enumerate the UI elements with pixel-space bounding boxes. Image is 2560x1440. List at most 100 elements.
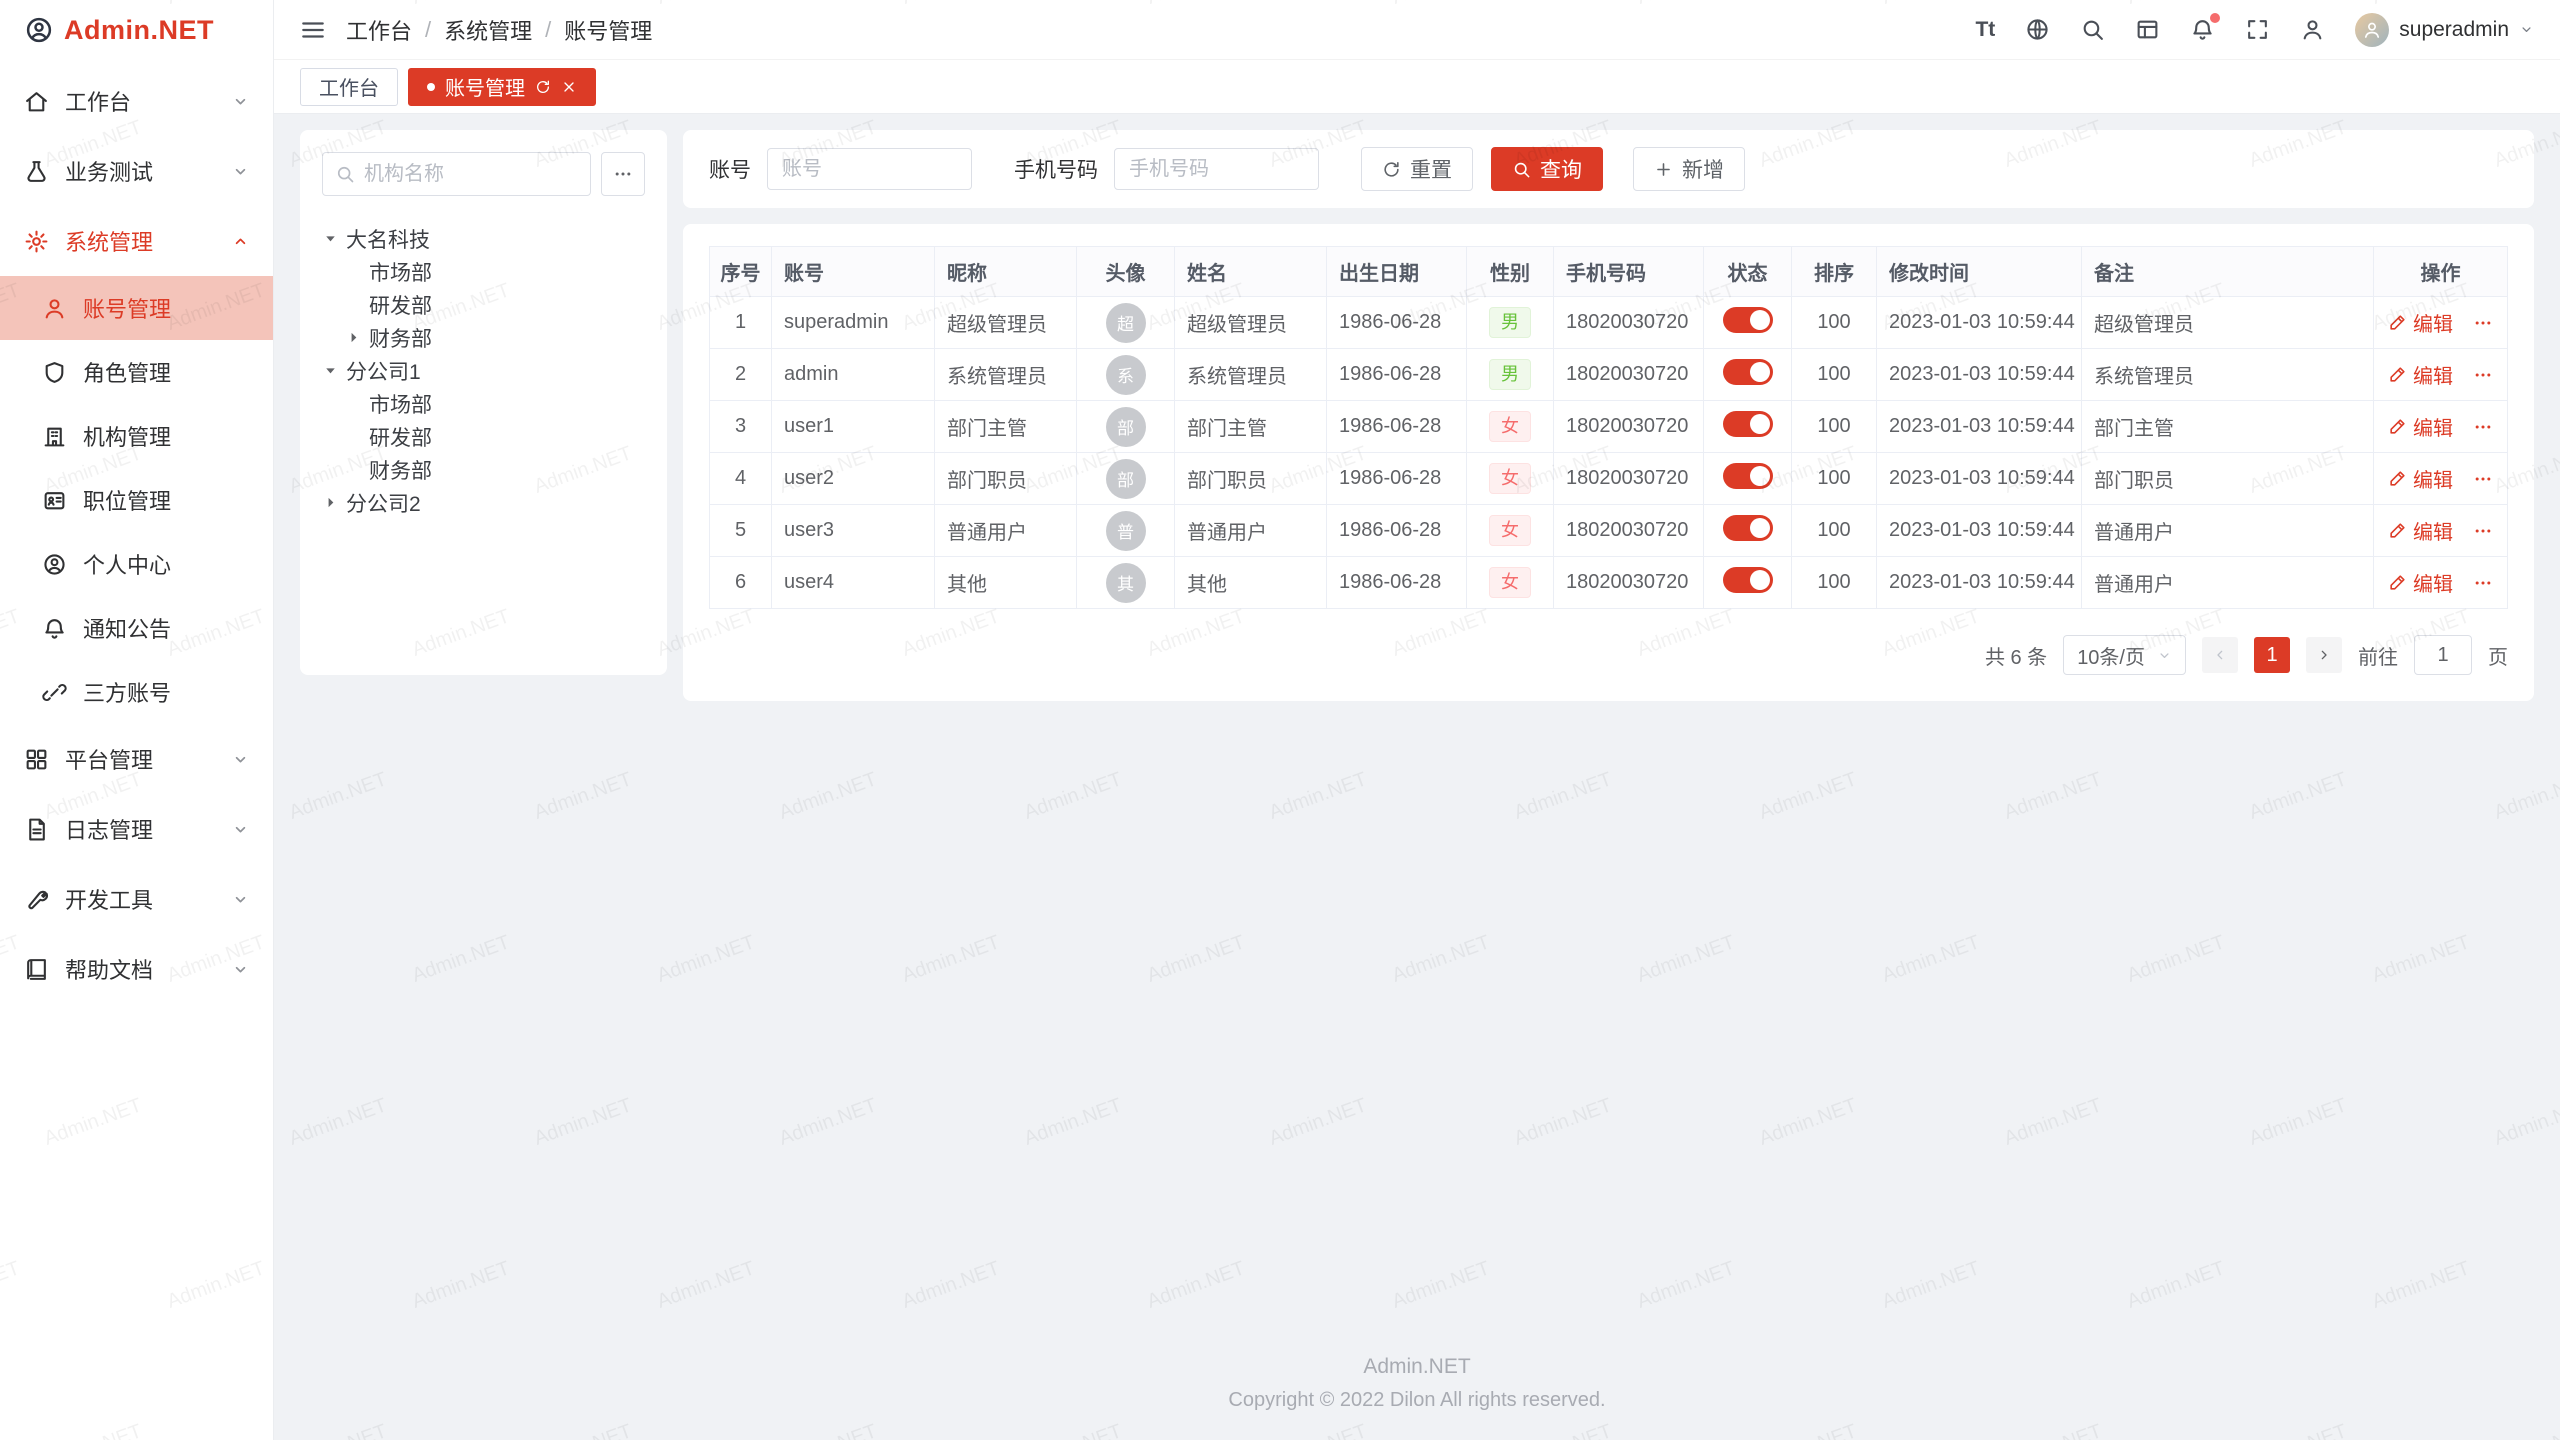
status-toggle[interactable] — [1723, 307, 1773, 333]
phone-input[interactable] — [1114, 148, 1319, 190]
toggle-knob — [1750, 310, 1770, 330]
more-actions-icon — [2473, 365, 2493, 385]
sidebar-item-home[interactable]: 工作台 — [0, 66, 273, 136]
toggle-knob — [1750, 466, 1770, 486]
sidebar-item-share[interactable]: 三方账号 — [0, 660, 273, 724]
tree-node[interactable]: 分公司2 — [322, 486, 645, 519]
app-title: Admin.NET — [64, 15, 214, 46]
edit-button[interactable]: 编辑 — [2388, 464, 2453, 493]
font-size-icon[interactable]: Tt — [1975, 18, 1995, 42]
status-toggle[interactable] — [1723, 411, 1773, 437]
sidebar-item-tool[interactable]: 开发工具 — [0, 864, 273, 934]
hamburger-menu-icon[interactable] — [300, 17, 326, 43]
caret-right-icon[interactable] — [322, 494, 339, 511]
edit-button[interactable]: 编辑 — [2388, 360, 2453, 389]
tree-node-label: 市场部 — [369, 389, 432, 419]
logo[interactable]: Admin.NET — [0, 0, 273, 60]
edit-button[interactable]: 编辑 — [2388, 412, 2453, 441]
search-icon[interactable] — [2080, 17, 2105, 42]
user-icon[interactable] — [2300, 17, 2325, 42]
sidebar-item-test[interactable]: 业务测试 — [0, 136, 273, 206]
tree-node[interactable]: 大名科技 — [322, 222, 645, 255]
notifications-button[interactable] — [2190, 17, 2215, 42]
tree-node[interactable]: 财务部 — [322, 321, 645, 354]
status-toggle[interactable] — [1723, 515, 1773, 541]
goto-page-input[interactable] — [2414, 635, 2472, 675]
more-actions-button[interactable] — [2473, 467, 2493, 490]
more-actions-button[interactable] — [2473, 571, 2493, 594]
tab-refresh-icon[interactable] — [535, 79, 551, 95]
tree-node[interactable]: 研发部 — [322, 420, 645, 453]
status-toggle[interactable] — [1723, 567, 1773, 593]
test-icon — [24, 159, 49, 184]
sidebar-item-gear[interactable]: 系统管理 — [0, 206, 273, 276]
sidebar-item-org[interactable]: 机构管理 — [0, 404, 273, 468]
next-page-button[interactable] — [2306, 637, 2342, 673]
sidebar-item-position[interactable]: 职位管理 — [0, 468, 273, 532]
org-search-input[interactable] — [364, 163, 578, 186]
more-actions-button[interactable] — [2473, 415, 2493, 438]
edit-icon — [2388, 365, 2407, 384]
tree-node[interactable]: 研发部 — [322, 288, 645, 321]
cell-remark: 普通用户 — [2082, 505, 2374, 557]
page-number-current[interactable]: 1 — [2254, 637, 2290, 673]
sidebar-item-user[interactable]: 账号管理 — [0, 276, 273, 340]
tab[interactable]: 工作台 — [300, 68, 398, 106]
caret-down-icon[interactable] — [322, 362, 339, 379]
breadcrumb-item[interactable]: 系统管理 — [444, 14, 532, 46]
tree-node[interactable]: 分公司1 — [322, 354, 645, 387]
sidebar-item-log[interactable]: 日志管理 — [0, 794, 273, 864]
more-actions-button[interactable] — [2473, 363, 2493, 386]
caret-down-icon[interactable] — [322, 230, 339, 247]
cell-name: 普通用户 — [1175, 505, 1327, 557]
tree-node[interactable]: 市场部 — [322, 387, 645, 420]
search-button[interactable]: 查询 — [1491, 147, 1603, 191]
tree-node[interactable]: 市场部 — [322, 255, 645, 288]
status-toggle[interactable] — [1723, 359, 1773, 385]
tree-node-label: 研发部 — [369, 422, 432, 452]
user-menu[interactable]: superadmin — [2355, 13, 2534, 47]
tree-node[interactable]: 财务部 — [322, 453, 645, 486]
sidebar-item-book[interactable]: 帮助文档 — [0, 934, 273, 1004]
caret-right-icon[interactable] — [345, 329, 362, 346]
row-actions: 编辑 — [2386, 412, 2495, 441]
more-actions-button[interactable] — [2473, 311, 2493, 334]
edit-button[interactable]: 编辑 — [2388, 308, 2453, 337]
submenu: 账号管理角色管理机构管理职位管理个人中心通知公告三方账号 — [0, 276, 273, 724]
sidebar-item-grid[interactable]: 平台管理 — [0, 724, 273, 794]
cell-order: 100 — [1792, 557, 1877, 609]
org-more-button[interactable] — [601, 152, 645, 196]
position-icon — [42, 488, 67, 513]
cell-gender: 男 — [1467, 297, 1554, 349]
edit-button[interactable]: 编辑 — [2388, 516, 2453, 545]
reset-label: 重置 — [1410, 154, 1452, 184]
tab-close-icon[interactable] — [561, 79, 577, 95]
chevron-down-icon — [232, 163, 249, 180]
account-input[interactable] — [767, 148, 972, 190]
page-size-select[interactable]: 10条/页 — [2063, 635, 2186, 675]
status-toggle[interactable] — [1723, 463, 1773, 489]
cell-status — [1704, 401, 1792, 453]
cell-name: 其他 — [1175, 557, 1327, 609]
cell-avatar: 部 — [1077, 453, 1175, 505]
breadcrumb-item[interactable]: 账号管理 — [564, 14, 652, 46]
sidebar-item-role[interactable]: 角色管理 — [0, 340, 273, 404]
fullscreen-icon[interactable] — [2245, 17, 2270, 42]
more-actions-button[interactable] — [2473, 519, 2493, 542]
tab-active[interactable]: 账号管理 — [408, 68, 596, 106]
profile-icon — [42, 552, 67, 577]
layout-config-icon[interactable] — [2135, 17, 2160, 42]
sidebar-item-bell[interactable]: 通知公告 — [0, 596, 273, 660]
add-button[interactable]: 新增 — [1633, 147, 1745, 191]
tab-label: 账号管理 — [445, 72, 525, 101]
topbar: 工作台/系统管理/账号管理 Tt superadmin — [274, 0, 2560, 60]
prev-page-button[interactable] — [2202, 637, 2238, 673]
cell-actions: 编辑 — [2374, 297, 2508, 349]
sidebar-item-profile[interactable]: 个人中心 — [0, 532, 273, 596]
org-search-field[interactable] — [322, 152, 591, 196]
language-icon[interactable] — [2025, 17, 2050, 42]
edit-button[interactable]: 编辑 — [2388, 568, 2453, 597]
reset-button[interactable]: 重置 — [1361, 147, 1473, 191]
breadcrumb-item[interactable]: 工作台 — [346, 14, 412, 46]
sidebar-item-label: 日志管理 — [65, 813, 153, 845]
